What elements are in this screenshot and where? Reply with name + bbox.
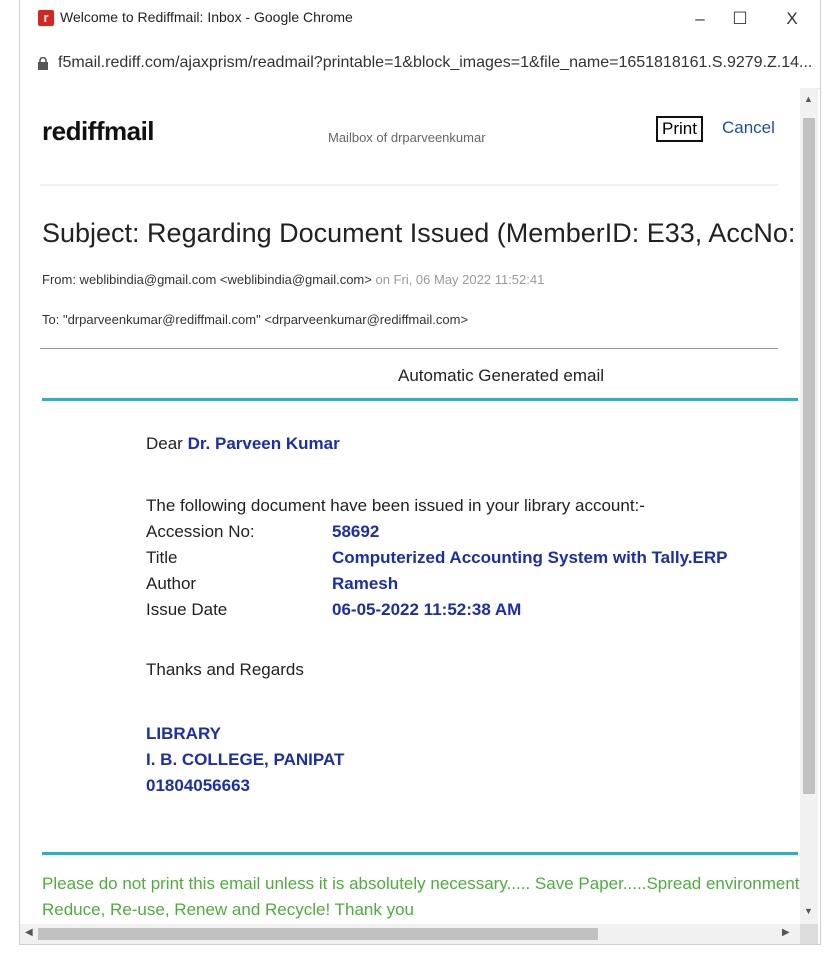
vertical-scroll-thumb[interactable]	[803, 118, 815, 794]
desktop-background-bottom	[0, 944, 826, 966]
close-button[interactable]: X	[772, 4, 812, 34]
scroll-right-icon[interactable]: ▶	[782, 927, 790, 938]
greeting: Dear Dr. Parveen Kumar	[146, 434, 340, 454]
email-date: on Fri, 06 May 2022 11:52:41	[371, 272, 545, 287]
accent-divider	[42, 398, 798, 401]
window-title: Welcome to Rediffmail: Inbox - Google Ch…	[60, 9, 353, 25]
scroll-up-icon[interactable]: ▲	[804, 94, 813, 104]
email-to: To: "drparveenkumar@rediffmail.com" <drp…	[42, 312, 469, 327]
accent-divider	[42, 852, 798, 855]
field-label: Accession No:	[146, 522, 255, 541]
minimize-button[interactable]: –	[680, 4, 720, 34]
field-label: Issue Date	[146, 600, 228, 619]
greeting-text: Dear	[146, 434, 188, 453]
email-content: rediffmail Mailbox of drparveenkumar Pri…	[20, 88, 800, 924]
scroll-down-icon[interactable]: ▼	[804, 906, 813, 916]
signature-line: I. B. COLLEGE, PANIPAT	[146, 750, 345, 769]
signature-line: 01804056663	[146, 776, 251, 795]
field-value: 06-05-2022 11:52:38 AM	[332, 600, 522, 619]
title-bar[interactable]: r Welcome to Rediffmail: Inbox - Google …	[20, 0, 820, 38]
rediffmail-logo: rediffmail	[42, 116, 155, 146]
vertical-scrollbar[interactable]: ▲ ▼	[800, 88, 818, 924]
mailbox-label: Mailbox of drparveenkumar	[328, 130, 486, 145]
closing-text: Thanks and Regards	[146, 660, 304, 679]
horizontal-scroll-thumb[interactable]	[38, 928, 598, 940]
footer-note-2: Reduce, Re-use, Renew and Recycle! Thank…	[42, 900, 414, 919]
auto-generated-banner: Automatic Generated email	[398, 366, 604, 385]
field-value: Ramesh	[332, 574, 399, 593]
horizontal-scrollbar[interactable]: ◀ ▶	[20, 924, 800, 944]
chrome-popup-window: r Welcome to Rediffmail: Inbox - Google …	[20, 0, 820, 944]
footer-note: Please do not print this email unless it…	[42, 874, 800, 893]
print-button[interactable]: Print	[656, 116, 703, 142]
field-label: Title	[146, 548, 178, 567]
intro-text: The following document have been issued …	[146, 496, 645, 515]
maximize-button[interactable]: ☐	[720, 4, 760, 34]
signature-line: LIBRARY	[146, 724, 221, 743]
divider	[40, 348, 778, 349]
scrollbar-corner	[800, 924, 818, 944]
field-value: 58692	[332, 522, 380, 541]
scroll-left-icon[interactable]: ◀	[25, 927, 33, 938]
lock-icon	[38, 57, 48, 70]
field-value: Computerized Accounting System with Tall…	[332, 548, 728, 567]
field-label: Author	[146, 574, 197, 593]
email-subject: Subject: Regarding Document Issued (Memb…	[42, 218, 800, 248]
from-address: From: weblibindia@gmail.com <weblibindia…	[42, 272, 372, 287]
email-from: From: weblibindia@gmail.com <weblibindia…	[42, 272, 544, 287]
divider	[40, 184, 778, 186]
url-text[interactable]: f5mail.rediff.com/ajaxprism/readmail?pri…	[58, 54, 818, 72]
recipient-name: Dr. Parveen Kumar	[187, 434, 340, 453]
address-bar[interactable]: f5mail.rediff.com/ajaxprism/readmail?pri…	[20, 38, 820, 89]
cancel-link[interactable]: Cancel	[722, 118, 775, 138]
rediff-logo-icon: r	[38, 10, 54, 26]
